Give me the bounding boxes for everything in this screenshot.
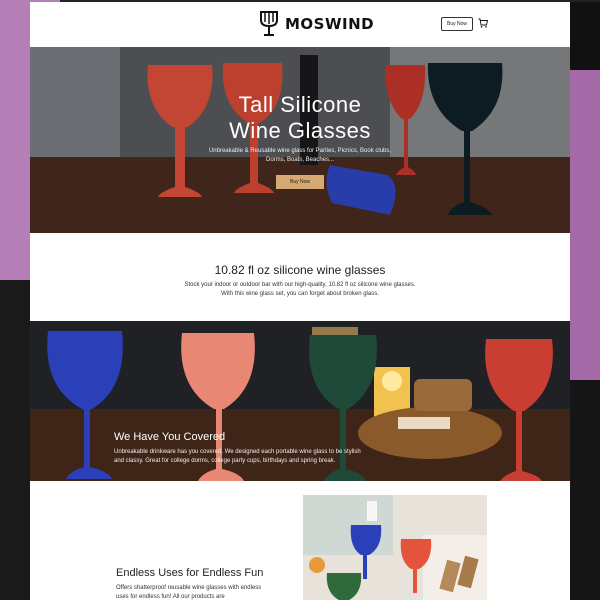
site-header: MOSWIND Buy Now (30, 2, 570, 47)
header-buy-now-button[interactable]: Buy Now (441, 17, 473, 31)
hero-banner: Tall Silicone Wine Glasses Unbreakable &… (30, 47, 570, 233)
brand-name: MOSWIND (285, 15, 375, 33)
capacity-section: 10.82 fl oz silicone wine glasses Stock … (30, 233, 570, 323)
capacity-body-line-1: Stock your indoor or outdoor bar with ou… (184, 282, 416, 288)
capacity-body-line-2: With this wine glass set, you can forget… (221, 291, 379, 297)
website-frame: MOSWIND Buy Now Tall Silicone Wine Glass… (30, 2, 570, 600)
brand-logo[interactable]: MOSWIND (259, 10, 374, 38)
covered-section: We Have You Covered Unbreakable drinkwar… (30, 321, 570, 481)
hero-subtitle: Unbreakable & Reusable wine glass for Pa… (208, 148, 392, 163)
uses-body: Offers shatterproof reusable wine glasse… (116, 585, 262, 600)
uses-photo-art (303, 495, 487, 600)
hero-buy-now-button[interactable]: Buy Now (276, 175, 324, 189)
covered-body: Unbreakable drinkware has you covered. W… (114, 449, 361, 464)
uses-title: Endless Uses for Endless Fun (116, 567, 264, 579)
capacity-title: 10.82 fl oz silicone wine glasses (214, 263, 386, 277)
hero-title: Tall Silicone Wine Glasses (30, 92, 570, 144)
cart-icon[interactable] (478, 18, 488, 28)
wine-glass-logo-icon (260, 11, 278, 36)
uses-section: Endless Uses for Endless Fun Offers shat… (30, 481, 570, 600)
uses-photo (303, 495, 487, 600)
covered-title: We Have You Covered (114, 431, 226, 443)
hero-title-line-2: Wine Glasses (229, 118, 371, 143)
hero-title-line-1: Tall Silicone (238, 92, 362, 117)
capacity-body: Stock your indoor or outdoor bar with ou… (170, 281, 430, 299)
